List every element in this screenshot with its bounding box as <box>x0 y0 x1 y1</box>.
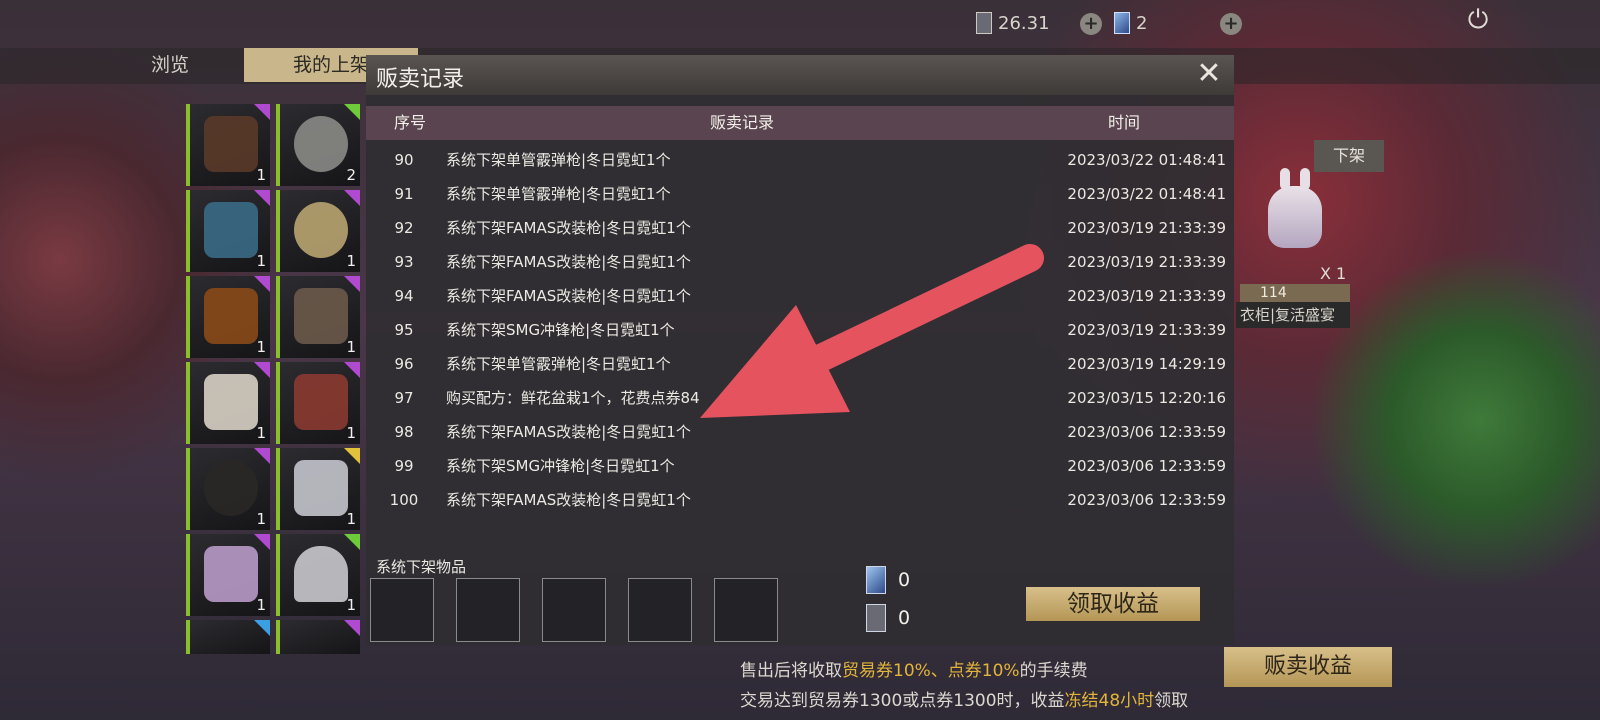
inventory-slot[interactable]: 1 <box>186 448 270 530</box>
table-row: 96 系统下架单管霰弹枪|冬日霓虹1个 2023/03/19 14:29:19 <box>394 355 1226 373</box>
column-header-no: 序号 <box>394 113 427 132</box>
backpack-icon <box>294 288 348 344</box>
table-row: 94 系统下架FAMAS改装枪|冬日霓虹1个 2023/03/19 21:33:39 <box>394 287 1226 305</box>
rifle-icon <box>294 460 348 516</box>
system-unlisted-label: 系统下架物品 <box>376 558 467 576</box>
afro-hair-icon <box>204 460 258 516</box>
add-trade-ticket-button[interactable]: + <box>1080 13 1102 35</box>
dialog-title: 贩卖记录 <box>376 67 465 92</box>
pose-figure-icon <box>294 546 348 602</box>
tab-browse[interactable]: 浏览 <box>130 48 210 82</box>
unlisted-item-slot[interactable] <box>456 578 520 642</box>
rocket-launcher-icon <box>294 374 348 430</box>
bunny-ears-icon <box>204 374 258 430</box>
inventory-slot[interactable]: 1 <box>186 104 270 186</box>
inventory-slot[interactable]: 1 <box>186 534 270 616</box>
inventory-slot[interactable]: 1 <box>276 276 360 358</box>
table-row: 100 系统下架FAMAS改装枪|冬日霓虹1个 2023/03/06 12:33:5… <box>389 491 1226 509</box>
inventory-slot[interactable] <box>276 620 360 654</box>
voucher-income: 0 <box>866 566 910 594</box>
voucher-card-icon <box>866 566 886 594</box>
inventory-grid: 1 2 1 1 1 1 1 1 1 1 1 1 <box>186 104 362 654</box>
add-voucher-button[interactable]: + <box>1220 13 1242 35</box>
unlisted-item-slot[interactable] <box>714 578 778 642</box>
inventory-slot[interactable] <box>186 620 270 654</box>
unlisted-item-slot[interactable] <box>370 578 434 642</box>
trade-ticket-icon <box>866 604 886 632</box>
coffin-icon <box>204 116 258 172</box>
voucher-card-icon <box>1114 12 1130 34</box>
inventory-slot[interactable]: 2 <box>276 104 360 186</box>
item-category: 衣柜|复活盛宴 <box>1236 302 1350 328</box>
item-quantity: X 1 <box>1320 264 1347 283</box>
table-row: 93 系统下架FAMAS改装枪|冬日霓虹1个 2023/03/19 21:33:39 <box>394 253 1226 271</box>
table-row: 91 系统下架单管霰弹枪|冬日霓虹1个 2023/03/22 01:48:41 <box>394 185 1226 203</box>
voucher-income-amount: 0 <box>898 569 911 591</box>
inventory-slot[interactable]: 1 <box>276 448 360 530</box>
voucher-balance: 2 <box>1114 12 1147 34</box>
inventory-slot[interactable]: 1 <box>186 190 270 272</box>
table-row: 99 系统下架SMG冲锋枪|冬日霓虹1个 2023/03/06 12:33:59 <box>394 457 1226 475</box>
voucher-amount: 2 <box>1136 12 1148 34</box>
bunny-plush-icon <box>1268 168 1322 248</box>
unlist-button[interactable]: 下架 <box>1314 140 1384 172</box>
table-header: 序号 贩卖记录 时间 <box>366 106 1234 140</box>
inventory-slot[interactable]: 1 <box>276 190 360 272</box>
inventory-slot[interactable]: 1 <box>186 276 270 358</box>
gear-trap-icon <box>294 116 348 172</box>
unlisted-item-slot[interactable] <box>628 578 692 642</box>
shoes-icon <box>204 546 258 602</box>
unlisted-item-slot[interactable] <box>542 578 606 642</box>
axe-icon <box>204 202 258 258</box>
sell-income-button[interactable]: 贩卖收益 <box>1224 647 1392 687</box>
fee-notice: 售出后将收取贸易券10%、点券10%的手续费 <box>740 661 1088 681</box>
trade-ticket-amount: 26.31 <box>998 12 1050 34</box>
claim-income-button[interactable]: 领取收益 <box>1026 587 1200 621</box>
flame-painting-icon <box>204 288 258 344</box>
table-row: 92 系统下架FAMAS改装枪|冬日霓虹1个 2023/03/19 21:33:39 <box>394 219 1226 237</box>
inventory-slot[interactable]: 1 <box>186 362 270 444</box>
column-header-time: 时间 <box>1108 113 1141 132</box>
table-row: 90 系统下架单管霰弹枪|冬日霓虹1个 2023/03/22 01:48:41 <box>394 151 1226 169</box>
power-icon[interactable]: ⏻ <box>1464 6 1492 34</box>
close-icon[interactable]: ✕ <box>1194 59 1224 89</box>
freeze-notice: 交易达到贸易券1300或点券1300时，收益冻结48小时领取 <box>740 691 1189 711</box>
record-list[interactable]: 90 系统下架单管霰弹枪|冬日霓虹1个 2023/03/22 01:48:41 91… <box>366 143 1234 583</box>
column-header-record: 贩卖记录 <box>710 113 775 132</box>
table-row: 95 系统下架SMG冲锋枪|冬日霓虹1个 2023/03/19 21:33:39 <box>394 321 1226 339</box>
mask-ball-icon <box>294 202 348 258</box>
inventory-slot[interactable]: 1 <box>276 534 360 616</box>
dialog-header: 贩卖记录 ✕ <box>366 55 1234 95</box>
trade-ticket-income: 0 <box>866 604 910 632</box>
sales-record-dialog: 贩卖记录 ✕ 序号 贩卖记录 时间 90 系统下架单管霰弹枪|冬日霓虹1个 2023… <box>366 55 1234 645</box>
trade-ticket-icon <box>976 12 992 34</box>
trade-ticket-income-amount: 0 <box>898 607 911 629</box>
trade-ticket-balance: 26.31 <box>976 12 1050 34</box>
top-status-bar: 26.31 + 2 + ⏻ <box>0 0 1600 50</box>
table-row: 98 系统下架FAMAS改装枪|冬日霓虹1个 2023/03/06 12:33:59 <box>394 423 1226 441</box>
item-price: 114 <box>1240 284 1350 302</box>
table-row: 97 购买配方：鲜花盆栽1个，花费点券84 2023/03/15 12:20:16 <box>394 389 1226 407</box>
inventory-slot[interactable]: 1 <box>276 362 360 444</box>
